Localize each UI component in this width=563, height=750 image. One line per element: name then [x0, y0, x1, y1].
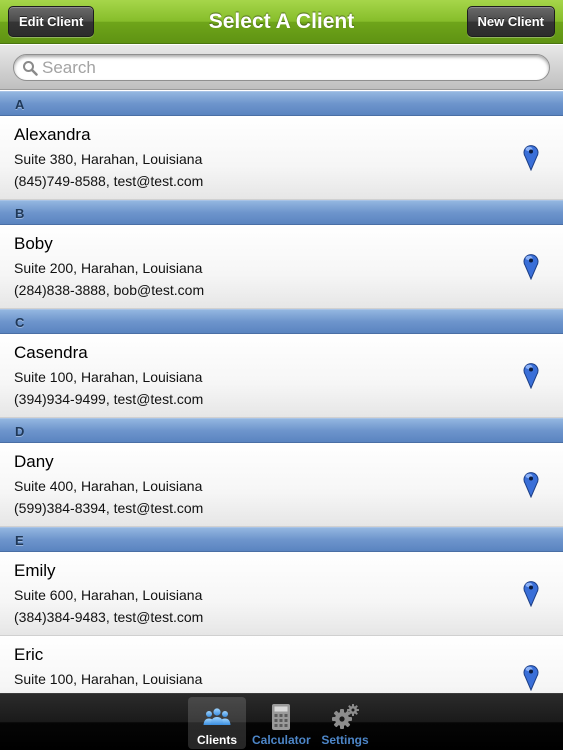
client-row-boby[interactable]: Boby Suite 200, Harahan, Louisiana (284)… [0, 225, 563, 309]
section-header-e: E [0, 527, 563, 552]
new-client-button[interactable]: New Client [466, 6, 555, 37]
client-address: Suite 400, Harahan, Louisiana [14, 478, 203, 494]
client-list[interactable]: A Alexandra Suite 380, Harahan, Louisian… [0, 91, 563, 693]
client-name: Alexandra [14, 125, 91, 144]
section-header-c: C [0, 309, 563, 334]
map-pin-icon[interactable] [522, 579, 540, 607]
client-row-dany[interactable]: Dany Suite 400, Harahan, Louisiana (599)… [0, 443, 563, 527]
map-pin-icon[interactable] [522, 663, 540, 691]
client-address: Suite 380, Harahan, Louisiana [14, 151, 203, 167]
navigation-bar: Edit Client Select A Client New Client [0, 0, 563, 44]
search-icon [23, 61, 38, 76]
tab-label: Calculator [252, 733, 311, 747]
client-row-casendra[interactable]: Casendra Suite 100, Harahan, Louisiana (… [0, 334, 563, 418]
client-address: Suite 200, Harahan, Louisiana [14, 260, 203, 276]
tab-bar: Clients Calculator Settings [0, 693, 563, 750]
client-row-alexandra[interactable]: Alexandra Suite 380, Harahan, Louisiana … [0, 116, 563, 200]
client-row-eric[interactable]: Eric Suite 100, Harahan, Louisiana [0, 636, 563, 693]
client-name: Eric [14, 645, 44, 664]
client-name: Casendra [14, 343, 88, 362]
search-input[interactable] [42, 57, 542, 78]
map-pin-icon[interactable] [522, 143, 540, 171]
map-pin-icon[interactable] [522, 252, 540, 280]
section-header-b: B [0, 200, 563, 225]
tab-calculator[interactable]: Calculator [252, 697, 311, 749]
gear-icon [332, 704, 359, 729]
client-address: Suite 100, Harahan, Louisiana [14, 671, 203, 687]
client-address: Suite 100, Harahan, Louisiana [14, 369, 203, 385]
map-pin-icon[interactable] [522, 361, 540, 389]
client-name: Dany [14, 452, 54, 471]
client-contact: (599)384-8394, test@test.com [14, 500, 204, 516]
client-contact: (845)749-8588, test@test.com [14, 173, 204, 189]
client-contact: (384)384-9483, test@test.com [14, 609, 204, 625]
section-header-a: A [0, 91, 563, 116]
calculator-icon [272, 704, 290, 730]
tab-clients[interactable]: Clients [188, 697, 246, 749]
client-contact: (284)838-3888, bob@test.com [14, 282, 205, 298]
tab-settings[interactable]: Settings [316, 697, 374, 749]
people-icon [203, 708, 231, 725]
client-name: Boby [14, 234, 53, 253]
search-bar [0, 45, 563, 90]
client-address: Suite 600, Harahan, Louisiana [14, 587, 203, 603]
client-name: Emily [14, 561, 56, 580]
search-field[interactable] [13, 54, 550, 81]
client-contact: (394)934-9499, test@test.com [14, 391, 204, 407]
map-pin-icon[interactable] [522, 470, 540, 498]
client-row-emily[interactable]: Emily Suite 600, Harahan, Louisiana (384… [0, 552, 563, 636]
tab-label: Clients [196, 733, 237, 747]
tab-label: Settings [321, 733, 369, 747]
section-header-d: D [0, 418, 563, 443]
